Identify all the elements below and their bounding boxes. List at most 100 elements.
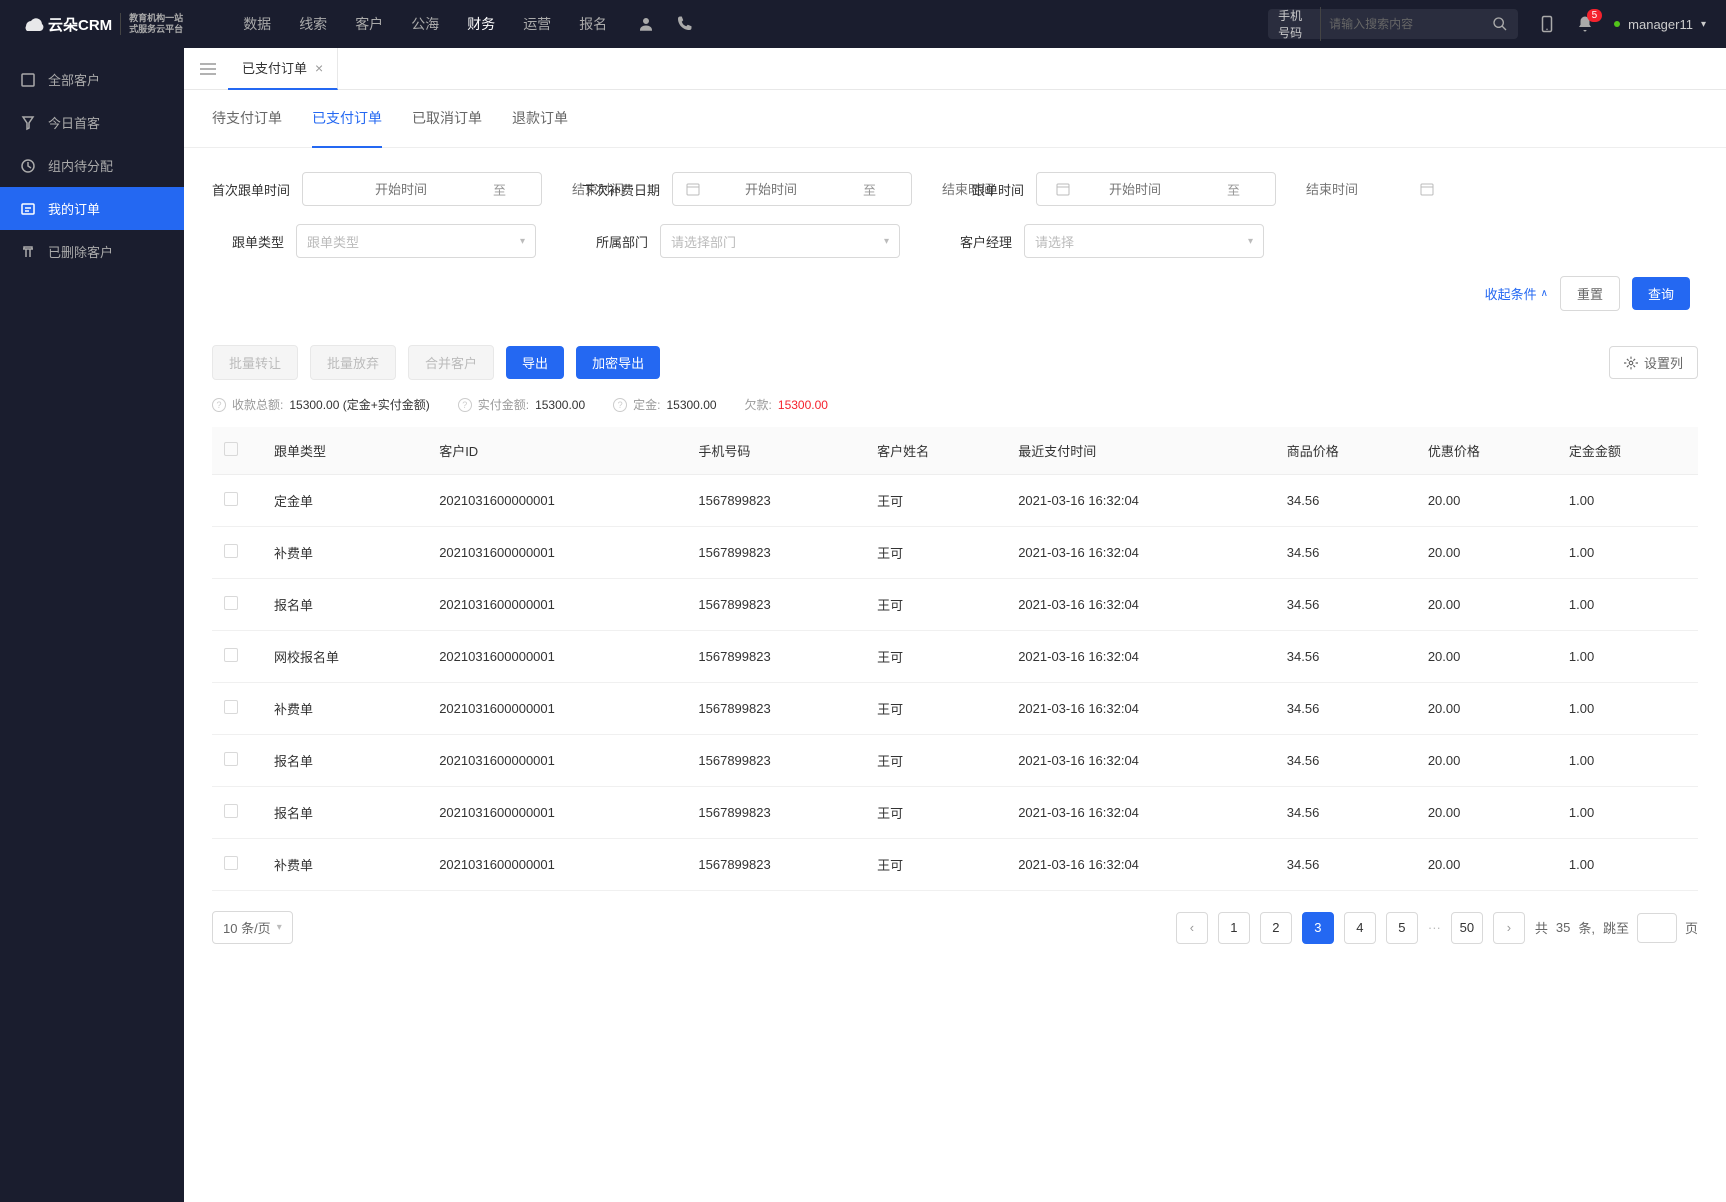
sidebar-item[interactable]: 今日首客 <box>0 101 184 144</box>
cell: 王可 <box>865 475 1006 527</box>
row-checkbox[interactable] <box>224 648 238 662</box>
page-button[interactable]: 5 <box>1386 912 1418 944</box>
table-row[interactable]: 补费单20210316000000011567899823王可2021-03-1… <box>212 683 1698 735</box>
cell: 20.00 <box>1416 683 1557 735</box>
search-input[interactable] <box>1321 17 1492 31</box>
user-menu[interactable]: manager11 ▾ <box>1614 17 1706 32</box>
sub-tab[interactable]: 退款订单 <box>512 90 568 147</box>
table-row[interactable]: 报名单20210316000000011567899823王可2021-03-1… <box>212 787 1698 839</box>
sidebar-icon <box>20 158 36 174</box>
end-date-input[interactable] <box>1244 182 1420 197</box>
column-header: 客户姓名 <box>865 427 1006 475</box>
page-button[interactable]: 1 <box>1218 912 1250 944</box>
last-page-button[interactable]: 50 <box>1451 912 1483 944</box>
nav-item[interactable]: 数据 <box>243 14 271 34</box>
cell: 2021-03-16 16:32:04 <box>1006 579 1275 631</box>
phone-icon[interactable] <box>675 15 693 33</box>
chevron-down-icon: ▾ <box>277 922 282 933</box>
dept-select[interactable]: 请选择部门 ▾ <box>660 224 900 258</box>
manager-select[interactable]: 请选择 ▾ <box>1024 224 1264 258</box>
sub-tab[interactable]: 已支付订单 <box>312 90 382 148</box>
pagination: 10 条/页 ▾ ‹ 12345 ··· 50 › 共 35 条, 跳至 页 <box>184 891 1726 974</box>
sidebar-item[interactable]: 已删除客户 <box>0 230 184 273</box>
start-date-input[interactable] <box>1047 182 1223 197</box>
nav-item[interactable]: 报名 <box>579 14 607 34</box>
nav-item[interactable]: 公海 <box>411 14 439 34</box>
column-settings-button[interactable]: 设置列 <box>1609 346 1698 379</box>
page-size-select[interactable]: 10 条/页 ▾ <box>212 911 293 944</box>
start-date-input[interactable] <box>683 182 859 197</box>
sub-tab[interactable]: 待支付订单 <box>212 90 282 147</box>
logo[interactable]: 云朵CRM 教育机构一站 式服务云平台 <box>20 12 183 36</box>
export-button[interactable]: 导出 <box>506 346 564 379</box>
start-date-input[interactable] <box>313 182 489 197</box>
collapse-filter-link[interactable]: 收起条件 ∧ <box>1485 284 1548 303</box>
next-fee-date-range[interactable]: 至 <box>672 172 912 206</box>
row-checkbox[interactable] <box>224 804 238 818</box>
batch-transfer-button[interactable]: 批量转让 <box>212 345 298 380</box>
table-row[interactable]: 网校报名单20210316000000011567899823王可2021-03… <box>212 631 1698 683</box>
reset-button[interactable]: 重置 <box>1560 276 1620 311</box>
batch-abandon-button[interactable]: 批量放弃 <box>310 345 396 380</box>
cell: 2021-03-16 16:32:04 <box>1006 683 1275 735</box>
cell: 1567899823 <box>686 735 865 787</box>
query-button[interactable]: 查询 <box>1632 277 1690 310</box>
collapse-sidebar-icon[interactable] <box>200 62 216 76</box>
help-icon[interactable]: ? <box>458 398 472 412</box>
nav-item[interactable]: 运营 <box>523 14 551 34</box>
close-icon[interactable]: × <box>315 60 323 76</box>
help-icon[interactable]: ? <box>613 398 627 412</box>
user-icon[interactable] <box>637 15 655 33</box>
bell-icon[interactable]: 5 <box>1576 15 1594 33</box>
prev-page-button[interactable]: ‹ <box>1176 912 1208 944</box>
page-button[interactable]: 3 <box>1302 912 1334 944</box>
nav-item[interactable]: 客户 <box>355 14 383 34</box>
mobile-icon[interactable] <box>1538 13 1556 35</box>
nav-item[interactable]: 线索 <box>299 14 327 34</box>
row-checkbox[interactable] <box>224 752 238 766</box>
cell: 1.00 <box>1557 631 1698 683</box>
row-checkbox[interactable] <box>224 700 238 714</box>
cell: 补费单 <box>262 839 427 891</box>
row-checkbox[interactable] <box>224 856 238 870</box>
search-icon[interactable] <box>1492 16 1508 32</box>
sidebar: 全部客户今日首客组内待分配我的订单已删除客户 <box>0 48 184 1202</box>
table-row[interactable]: 定金单20210316000000011567899823王可2021-03-1… <box>212 475 1698 527</box>
sidebar-item[interactable]: 组内待分配 <box>0 144 184 187</box>
sidebar-icon <box>20 244 36 260</box>
tab-paid-orders[interactable]: 已支付订单 × <box>228 48 338 90</box>
sidebar-item[interactable]: 全部客户 <box>0 58 184 101</box>
cloud-logo-icon <box>20 12 44 36</box>
first-follow-date-range[interactable]: 至 <box>302 172 542 206</box>
encrypt-export-button[interactable]: 加密导出 <box>576 346 660 379</box>
table-row[interactable]: 报名单20210316000000011567899823王可2021-03-1… <box>212 579 1698 631</box>
follow-time-date-range[interactable]: 至 <box>1036 172 1276 206</box>
cell: 34.56 <box>1275 839 1416 891</box>
cell: 2021031600000001 <box>427 475 686 527</box>
nav-item[interactable]: 财务 <box>467 14 495 34</box>
cell: 王可 <box>865 683 1006 735</box>
table-row[interactable]: 报名单20210316000000011567899823王可2021-03-1… <box>212 735 1698 787</box>
sub-tab[interactable]: 已取消订单 <box>412 90 482 147</box>
row-checkbox[interactable] <box>224 596 238 610</box>
select-all-checkbox[interactable] <box>224 442 238 456</box>
column-header: 手机号码 <box>686 427 865 475</box>
table-row[interactable]: 补费单20210316000000011567899823王可2021-03-1… <box>212 839 1698 891</box>
cell: 20.00 <box>1416 631 1557 683</box>
sidebar-item[interactable]: 我的订单 <box>0 187 184 230</box>
follow-type-select[interactable]: 跟单类型 ▾ <box>296 224 536 258</box>
next-page-button[interactable]: › <box>1493 912 1525 944</box>
search-type-select[interactable]: 手机号码 <box>1278 7 1321 41</box>
page-jump-input[interactable] <box>1637 913 1677 943</box>
row-checkbox[interactable] <box>224 544 238 558</box>
page-button[interactable]: 4 <box>1344 912 1376 944</box>
main-content: 已支付订单 × 待支付订单已支付订单已取消订单退款订单 首次跟单时间 至 下次补… <box>184 48 1726 1202</box>
table-row[interactable]: 补费单20210316000000011567899823王可2021-03-1… <box>212 527 1698 579</box>
cell: 20.00 <box>1416 579 1557 631</box>
sidebar-label: 组内待分配 <box>48 156 113 175</box>
help-icon[interactable]: ? <box>212 398 226 412</box>
merge-customer-button[interactable]: 合并客户 <box>408 345 494 380</box>
page-button[interactable]: 2 <box>1260 912 1292 944</box>
sidebar-label: 今日首客 <box>48 113 100 132</box>
row-checkbox[interactable] <box>224 492 238 506</box>
